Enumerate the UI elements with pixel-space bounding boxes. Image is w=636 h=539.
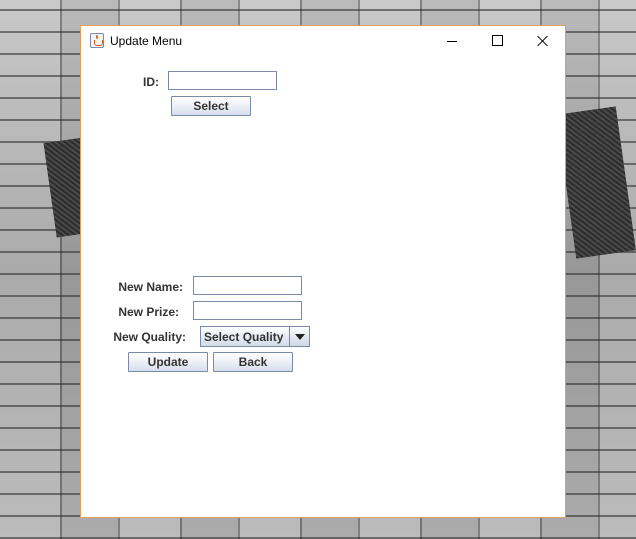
title-bar[interactable]: Update Menu (81, 26, 565, 56)
new-prize-input[interactable] (193, 301, 302, 320)
new-prize-label: New Prize: (118, 305, 179, 319)
new-name-label: New Name: (118, 280, 183, 294)
update-button[interactable]: Update (128, 352, 208, 372)
id-label: ID: (143, 75, 159, 89)
chevron-down-icon[interactable] (289, 327, 309, 346)
select-button[interactable]: Select (171, 96, 251, 116)
update-menu-window: Update Menu ID: Select New Name: New Pri… (80, 25, 566, 518)
close-icon[interactable] (520, 26, 566, 56)
minimize-icon[interactable] (429, 26, 475, 56)
quality-dropdown[interactable]: Select Quality (200, 326, 310, 347)
id-input[interactable] (168, 71, 277, 90)
window-title: Update Menu (110, 34, 183, 48)
new-quality-label: New Quality: (113, 330, 186, 344)
background-stone-decoration (556, 106, 636, 259)
maximize-icon[interactable] (474, 26, 520, 56)
quality-dropdown-value: Select Quality (204, 330, 284, 344)
back-button[interactable]: Back (213, 352, 293, 372)
java-cup-icon (90, 33, 104, 48)
new-name-input[interactable] (193, 276, 302, 295)
